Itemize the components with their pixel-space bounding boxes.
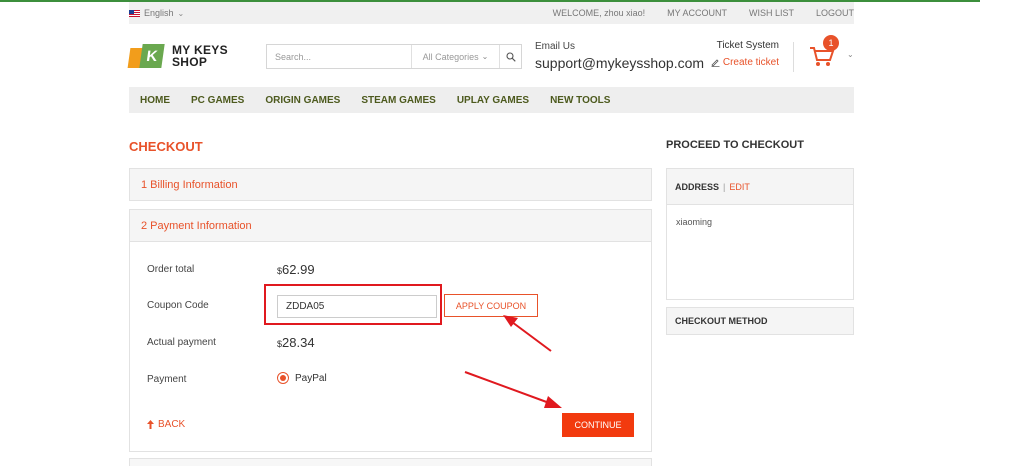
arrow-to-continue — [464, 371, 562, 408]
arrow-to-apply-coupon — [503, 315, 552, 352]
annotation-arrows — [464, 315, 562, 408]
